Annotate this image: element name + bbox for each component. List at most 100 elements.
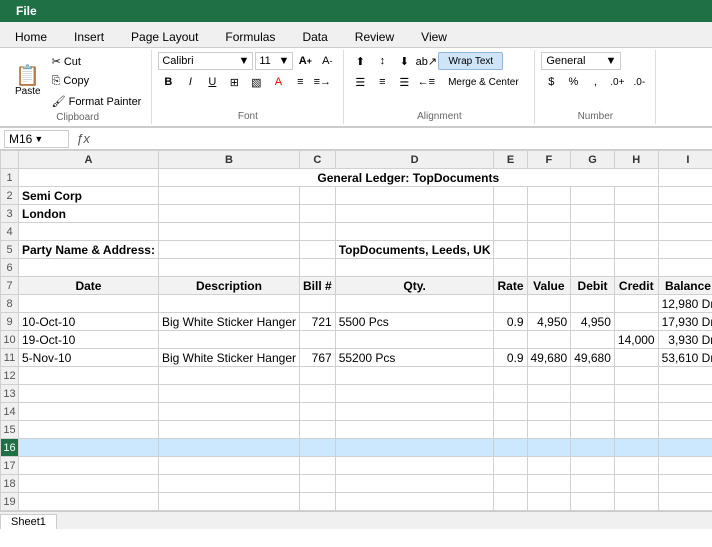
cell-b1-merged[interactable]: General Ledger: TopDocuments [158,169,658,187]
cell-e3[interactable] [494,205,527,223]
row-header-19[interactable]: 19 [1,493,19,511]
cell-d4[interactable] [335,223,494,241]
fill-color-button[interactable]: ▧ [246,73,266,91]
tab-page-layout[interactable]: Page Layout [118,25,211,47]
cell-c7[interactable]: Bill # [300,277,336,295]
row-header-7[interactable]: 7 [1,277,19,295]
row-header-13[interactable]: 13 [1,385,19,403]
col-header-e[interactable]: E [494,151,527,169]
number-format-dropdown[interactable]: General ▼ [541,52,621,70]
cell-a9[interactable]: 10-Oct-10 [19,313,159,331]
cell-i3[interactable] [658,205,712,223]
align-right-button[interactable]: ☰ [394,73,414,91]
cell-g8[interactable] [571,295,615,313]
cell-a16[interactable] [19,439,159,457]
cell-f10[interactable] [527,331,571,349]
cell-h8[interactable] [614,295,658,313]
cell-f4[interactable] [527,223,571,241]
row-header-3[interactable]: 3 [1,205,19,223]
border-button[interactable]: ⊞ [224,73,244,91]
row-header-6[interactable]: 6 [1,259,19,277]
col-header-c[interactable]: C [300,151,336,169]
cell-h10[interactable]: 14,000 [614,331,658,349]
increase-font-button[interactable]: A+ [295,52,315,70]
cell-e8[interactable] [494,295,527,313]
cell-c2[interactable] [300,187,336,205]
paste-button[interactable]: 📋 Paste [10,53,46,109]
cell-h9[interactable] [614,313,658,331]
cell-b4[interactable] [158,223,299,241]
cell-i1[interactable] [658,169,712,187]
cell-h3[interactable] [614,205,658,223]
row-header-1[interactable]: 1 [1,169,19,187]
col-header-i[interactable]: I [658,151,712,169]
cell-f5[interactable] [527,241,571,259]
cell-a7[interactable]: Date [19,277,159,295]
cell-g2[interactable] [571,187,615,205]
cell-e7[interactable]: Rate [494,277,527,295]
cell-b9[interactable]: Big White Sticker Hanger [158,313,299,331]
cell-f9[interactable]: 4,950 [527,313,571,331]
row-header-18[interactable]: 18 [1,475,19,493]
cell-c8[interactable] [300,295,336,313]
decrease-indent-button[interactable]: ←≡ [416,73,436,91]
row-header-16[interactable]: 16 [1,439,19,457]
cell-i8[interactable]: 12,980 Dr [658,295,712,313]
cell-a11[interactable]: 5-Nov-10 [19,349,159,367]
row-header-10[interactable]: 10 [1,331,19,349]
cell-a4[interactable] [19,223,159,241]
bold-button[interactable]: B [158,73,178,91]
cell-c9[interactable]: 721 [300,313,336,331]
cut-button[interactable]: ✂ Cut [48,52,146,70]
cell-f7[interactable]: Value [527,277,571,295]
cell-f8[interactable] [527,295,571,313]
col-header-g[interactable]: G [571,151,615,169]
cell-c5[interactable] [300,241,336,259]
strikethrough-button[interactable]: ≡ [290,73,310,91]
cell-e2[interactable] [494,187,527,205]
cell-b2[interactable] [158,187,299,205]
cell-e5[interactable] [494,241,527,259]
row-header-11[interactable]: 11 [1,349,19,367]
cell-g7[interactable]: Debit [571,277,615,295]
merge-center-button[interactable]: Merge & Center [438,73,528,91]
percent-button[interactable]: % [563,73,583,91]
cell-c3[interactable] [300,205,336,223]
cell-i6[interactable] [658,259,712,277]
cell-a2[interactable]: Semi Corp [19,187,159,205]
cell-g9[interactable]: 4,950 [571,313,615,331]
cell-b3[interactable] [158,205,299,223]
tab-data[interactable]: Data [289,25,340,47]
cell-f3[interactable] [527,205,571,223]
indent-button[interactable]: ≡→ [312,73,332,91]
underline-button[interactable]: U [202,73,222,91]
cell-e9[interactable]: 0.9 [494,313,527,331]
cell-b6[interactable] [158,259,299,277]
tab-view[interactable]: View [408,25,460,47]
tab-insert[interactable]: Insert [61,25,117,47]
cell-b7[interactable]: Description [158,277,299,295]
cell-a10[interactable]: 19-Oct-10 [19,331,159,349]
cell-e11[interactable]: 0.9 [494,349,527,367]
format-painter-button[interactable]: 🖌 Format Painter [48,92,146,110]
align-middle-button[interactable]: ↕ [372,52,392,70]
cell-d2[interactable] [335,187,494,205]
cell-i7[interactable]: Balance [658,277,712,295]
cell-a8[interactable] [19,295,159,313]
row-header-4[interactable]: 4 [1,223,19,241]
cell-i9[interactable]: 17,930 Dr [658,313,712,331]
align-bottom-button[interactable]: ⬇ [394,52,414,70]
cell-d10[interactable] [335,331,494,349]
col-header-b[interactable]: B [158,151,299,169]
align-top-button[interactable]: ⬆ [350,52,370,70]
cell-e6[interactable] [494,259,527,277]
font-size-dropdown[interactable]: 11 ▼ [255,52,293,70]
cell-a5[interactable]: Party Name & Address: [19,241,159,259]
row-header-17[interactable]: 17 [1,457,19,475]
cell-c4[interactable] [300,223,336,241]
cell-reference-box[interactable]: M16 ▼ [4,130,69,148]
cell-i5[interactable] [658,241,712,259]
cell-g4[interactable] [571,223,615,241]
align-center-button[interactable]: ≡ [372,73,392,91]
cell-i10[interactable]: 3,930 Dr [658,331,712,349]
